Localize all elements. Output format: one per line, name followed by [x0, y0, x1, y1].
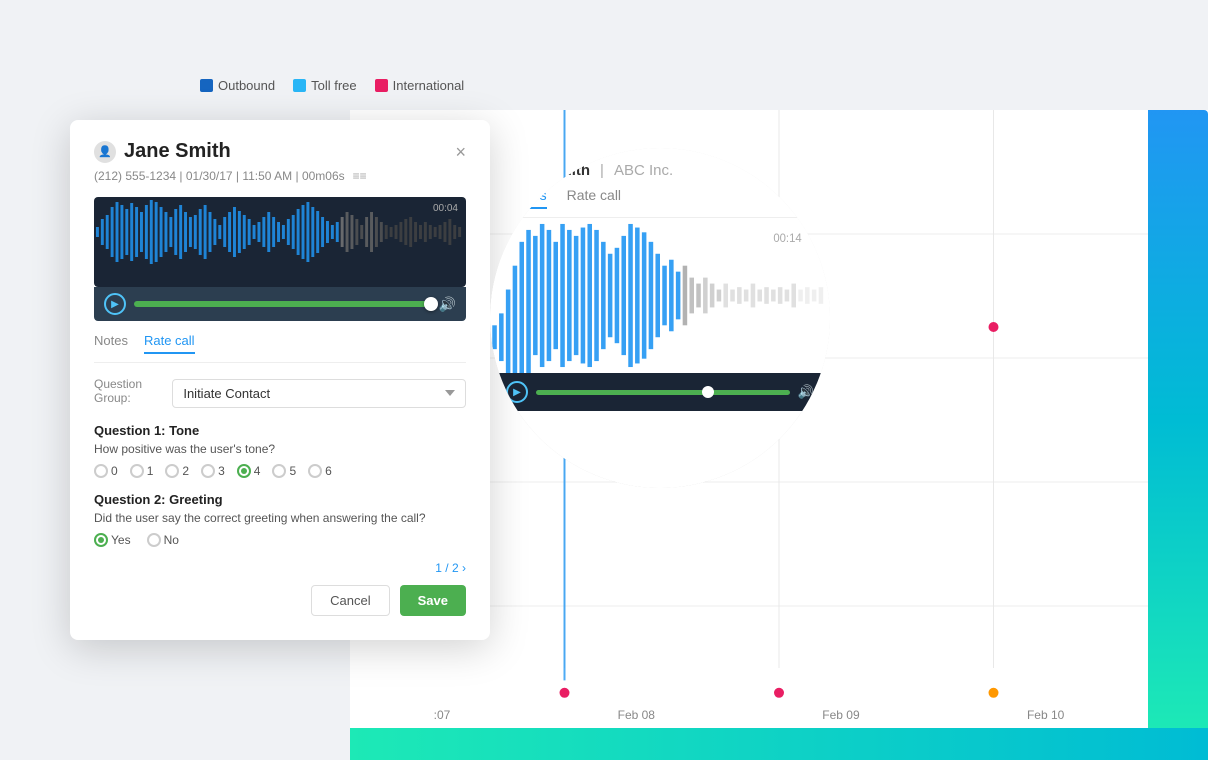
rating-options: 0 1 2 3 4 5 6 [94, 464, 466, 478]
pagination: 1 / 2 › [94, 561, 466, 575]
chart-bottom-bar [350, 728, 1208, 760]
radio-circle-5 [272, 464, 286, 478]
question1-group: Question 1: Tone How positive was the us… [94, 423, 466, 478]
dialog-tabs: Notes Rate call [94, 333, 466, 363]
meta-icon: ≡≡ [353, 169, 367, 183]
question-group-label: Question Group: [94, 377, 162, 405]
rating-label-2: 2 [182, 464, 189, 478]
chart-right-bar [1148, 110, 1208, 730]
question-group-form: Question Group: Initiate Contact [94, 377, 466, 409]
chart-legend: Outbound Toll free International [200, 78, 464, 93]
question2-group: Question 2: Greeting Did the user say th… [94, 492, 466, 547]
volume-icon[interactable]: 🔊 [439, 296, 456, 313]
rating-label-0: 0 [111, 464, 118, 478]
rating-label-1: 1 [147, 464, 154, 478]
question1-text: How positive was the user's tone? [94, 442, 466, 456]
question-group-select[interactable]: Initiate Contact [172, 379, 466, 408]
chart-date-labels: :07 Feb 08 Feb 09 Feb 10 [350, 708, 1148, 722]
option-no[interactable]: No [147, 533, 179, 547]
legend-item-international: International [375, 78, 465, 93]
bubble-company-name: ABC Inc. [614, 162, 673, 179]
question2-title: Question 2: Greeting [94, 492, 466, 507]
meta-info: (212) 555-1234 | 01/30/17 | 11:50 AM | 0… [94, 169, 345, 183]
waveform-container: 00:04 [94, 197, 466, 287]
rating-label-3: 3 [218, 464, 225, 478]
bubble-tab-rate-call[interactable]: Rate call [567, 187, 621, 209]
close-button[interactable]: × [455, 143, 466, 161]
pagination-text: 1 / 2 [435, 561, 458, 575]
next-page-arrow[interactable]: › [462, 561, 466, 575]
radio-circle-4 [237, 464, 251, 478]
label-no: No [164, 533, 179, 547]
bubble-company: | [600, 162, 604, 179]
date-label-2: Feb 09 [822, 708, 859, 722]
zoom-bubble: Jane Smith | ABC Inc. Notes Rate call [490, 148, 830, 488]
legend-label-international: International [393, 78, 465, 93]
date-label-3: Feb 10 [1027, 708, 1064, 722]
yesno-options: Yes No [94, 533, 466, 547]
dialog-title: Jane Smith [124, 140, 231, 163]
rating-1[interactable]: 1 [130, 464, 154, 478]
date-label-1: Feb 08 [618, 708, 655, 722]
rating-5[interactable]: 5 [272, 464, 296, 478]
rating-0[interactable]: 0 [94, 464, 118, 478]
rating-label-5: 5 [289, 464, 296, 478]
rating-2[interactable]: 2 [165, 464, 189, 478]
rating-label-6: 6 [325, 464, 332, 478]
waveform-svg [94, 197, 466, 267]
dialog-header: 👤 Jane Smith × [94, 140, 466, 163]
dialog-meta: (212) 555-1234 | 01/30/17 | 11:50 AM | 0… [94, 169, 466, 183]
date-label-0: :07 [434, 708, 451, 722]
radio-circle-no [147, 533, 161, 547]
radio-circle-1 [130, 464, 144, 478]
question2-text: Did the user say the correct greeting wh… [94, 511, 466, 525]
save-button[interactable]: Save [400, 585, 466, 616]
rating-4[interactable]: 4 [237, 464, 261, 478]
radio-circle-6 [308, 464, 322, 478]
waveform-time: 00:04 [433, 203, 458, 214]
progress-bar[interactable] [134, 301, 431, 307]
dialog-card: 👤 Jane Smith × (212) 555-1234 | 01/30/17… [70, 120, 490, 640]
legend-dot-tollfree [293, 79, 306, 92]
bubble-waveform: 00:14 [490, 218, 830, 373]
radio-circle-3 [201, 464, 215, 478]
legend-label-outbound: Outbound [218, 78, 275, 93]
radio-circle-2 [165, 464, 179, 478]
label-yes: Yes [111, 533, 131, 547]
radio-circle-yes [94, 533, 108, 547]
question1-title: Question 1: Tone [94, 423, 466, 438]
cancel-button[interactable]: Cancel [311, 585, 389, 616]
rating-6[interactable]: 6 [308, 464, 332, 478]
svg-text:00:14: 00:14 [773, 232, 802, 245]
radio-circle-0 [94, 464, 108, 478]
legend-item-tollfree: Toll free [293, 78, 357, 93]
option-yes[interactable]: Yes [94, 533, 131, 547]
legend-item-outbound: Outbound [200, 78, 275, 93]
player-controls: ▶ 🔊 [94, 287, 466, 321]
bubble-waveform-svg: 00:14 [490, 218, 830, 373]
progress-thumb [424, 297, 438, 311]
avatar: 👤 [94, 141, 116, 163]
tab-notes[interactable]: Notes [94, 333, 128, 354]
legend-label-tollfree: Toll free [311, 78, 357, 93]
legend-dot-international [375, 79, 388, 92]
bubble-progress-thumb [702, 386, 714, 398]
bubble-progress-bar[interactable] [536, 390, 790, 395]
dialog-title-row: 👤 Jane Smith [94, 140, 231, 163]
action-buttons: Cancel Save [94, 585, 466, 616]
rating-label-4: 4 [254, 464, 261, 478]
legend-dot-outbound [200, 79, 213, 92]
play-button[interactable]: ▶ [104, 293, 126, 315]
bubble-player: ▶ 🔊 [490, 373, 830, 411]
tab-rate-call[interactable]: Rate call [144, 333, 195, 354]
rating-3[interactable]: 3 [201, 464, 225, 478]
